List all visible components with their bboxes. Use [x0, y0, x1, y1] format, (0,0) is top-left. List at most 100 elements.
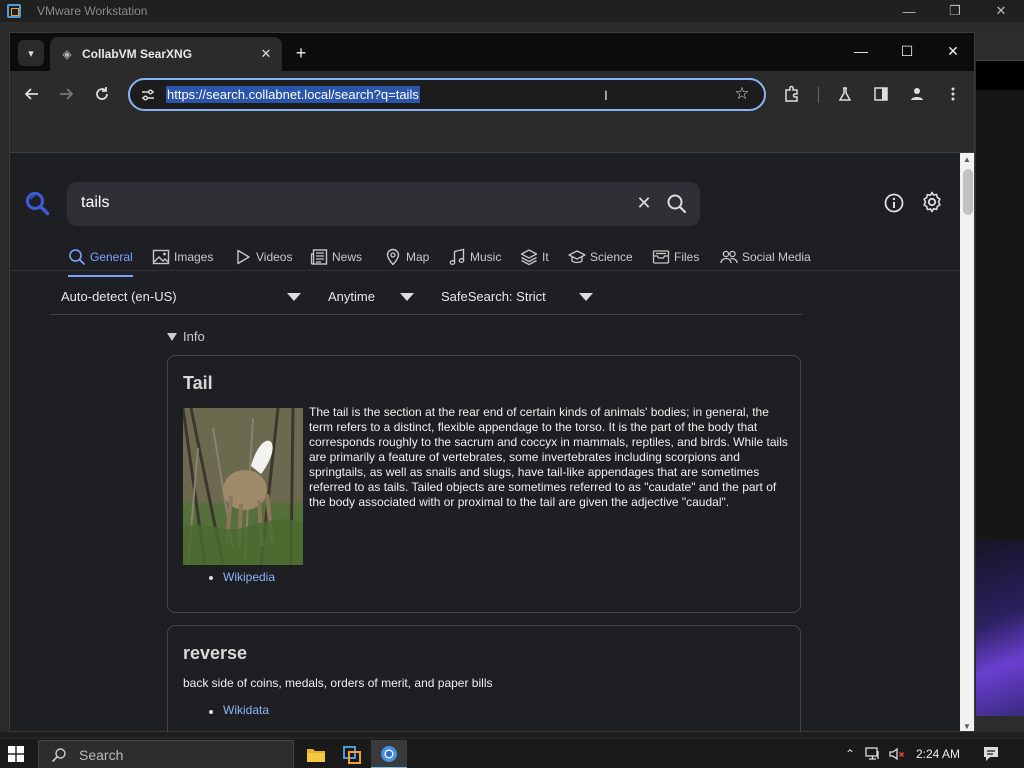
- browser-toolbar: https://search.collabnet.local/search?q=…: [10, 71, 974, 117]
- tab-news-label: News: [332, 250, 363, 264]
- vmware-toolbar-strip: [0, 22, 1024, 32]
- info-toggle[interactable]: Info: [167, 329, 205, 344]
- chevron-down-icon[interactable]: [287, 293, 301, 301]
- tab-close-icon[interactable]: ✕: [256, 44, 276, 64]
- text-cursor-icon: I: [604, 87, 608, 103]
- vmware-icon: [343, 745, 361, 764]
- tab-social-media-label: Social Media: [742, 250, 811, 264]
- clear-search-icon[interactable]: ✕: [633, 192, 655, 214]
- vmware-close-button[interactable]: ✕: [978, 0, 1024, 22]
- search-icon[interactable]: [665, 192, 689, 216]
- extensions-button[interactable]: [781, 83, 803, 105]
- tab-general-label: General: [90, 250, 133, 264]
- kebab-menu-icon: [951, 87, 955, 101]
- chrome-taskbar-button[interactable]: [371, 740, 407, 768]
- tab-files[interactable]: Files: [652, 245, 699, 269]
- search-input[interactable]: tails: [81, 194, 109, 212]
- side-panel-button[interactable]: [870, 83, 892, 105]
- browser-window: ▾ ◈ CollabVM SearXNG ✕ + — ☐ ✕ https://s…: [9, 32, 975, 732]
- site-settings-icon[interactable]: [140, 87, 156, 103]
- searxng-logo-icon[interactable]: [25, 191, 51, 217]
- browser-menu-button[interactable]: [942, 83, 964, 105]
- taskbar-search[interactable]: Search: [38, 740, 294, 768]
- browser-close-button[interactable]: ✕: [930, 33, 974, 69]
- tab-map-label: Map: [406, 250, 430, 264]
- side-panel-icon: [874, 87, 888, 101]
- profile-button[interactable]: [906, 83, 928, 105]
- vmware-left-edge: [0, 32, 9, 732]
- reload-icon: [96, 87, 108, 100]
- language-select[interactable]: Auto-detect (en-US): [61, 289, 177, 304]
- archive-icon: [652, 250, 670, 264]
- back-button[interactable]: [20, 82, 44, 106]
- tab-map[interactable]: Map: [384, 245, 429, 269]
- tab-science-label: Science: [590, 250, 633, 264]
- layers-icon: [520, 249, 538, 266]
- tab-images[interactable]: Images: [152, 245, 213, 269]
- tab-videos-label: Videos: [256, 250, 293, 264]
- chevron-down-icon[interactable]: [579, 293, 593, 301]
- chevron-down-icon[interactable]: [400, 293, 414, 301]
- chrome-icon: [381, 745, 397, 762]
- triangle-down-icon: [167, 332, 177, 341]
- music-note-icon: [449, 248, 465, 265]
- gear-icon[interactable]: [920, 190, 944, 214]
- browser-minimize-button[interactable]: —: [838, 33, 884, 69]
- scroll-up-arrow-icon[interactable]: ▲: [963, 155, 971, 164]
- tab-it[interactable]: It: [520, 245, 549, 269]
- wikidata-link[interactable]: Wikidata: [223, 703, 269, 717]
- file-explorer-button[interactable]: [298, 740, 334, 768]
- tab-news[interactable]: News: [310, 245, 362, 269]
- tab-images-label: Images: [174, 250, 214, 264]
- infobox-title: Tail: [183, 373, 213, 393]
- tab-active[interactable]: ◈ CollabVM SearXNG ✕: [50, 37, 282, 71]
- new-tab-button[interactable]: +: [290, 42, 312, 64]
- windows-start-icon[interactable]: [8, 746, 24, 762]
- infobox2-description: back side of coins, medals, orders of me…: [183, 676, 493, 690]
- tab-music-label: Music: [470, 250, 502, 264]
- tab-science[interactable]: Science: [568, 245, 633, 269]
- toolbar-separator: [818, 87, 819, 103]
- forward-button[interactable]: [54, 82, 78, 106]
- reload-button[interactable]: [90, 82, 114, 106]
- scrollbar-thumb[interactable]: [963, 169, 973, 215]
- graduation-cap-icon: [568, 250, 586, 264]
- tab-music[interactable]: Music: [448, 245, 501, 269]
- vmware-restore-button[interactable]: ❐: [932, 0, 978, 22]
- puzzle-icon: [785, 85, 798, 102]
- bookmarks-bar: [10, 117, 974, 153]
- browser-maximize-button[interactable]: ☐: [884, 33, 930, 69]
- scroll-down-arrow-icon[interactable]: ▼: [963, 722, 971, 731]
- list-bullet: [209, 576, 213, 580]
- tab-general[interactable]: General: [68, 245, 133, 277]
- infobox-image: [183, 408, 303, 565]
- vmware-taskbar-button[interactable]: [334, 740, 370, 768]
- tab-videos[interactable]: Videos: [234, 245, 292, 269]
- vmware-title: VMware Workstation: [37, 4, 148, 18]
- safesearch-select[interactable]: SafeSearch: Strict: [441, 289, 546, 304]
- time-range-select[interactable]: Anytime: [328, 289, 375, 304]
- map-pin-icon: [386, 248, 400, 266]
- list-bullet: [209, 710, 213, 714]
- taskbar-search-placeholder: Search: [79, 746, 124, 763]
- notification-icon[interactable]: [982, 745, 1000, 763]
- arrow-right-icon: [60, 88, 74, 100]
- info-icon[interactable]: [882, 191, 906, 215]
- labs-button[interactable]: [834, 83, 856, 105]
- network-icon[interactable]: [864, 745, 882, 763]
- tab-search-button[interactable]: ▾: [18, 40, 44, 66]
- volume-muted-icon[interactable]: [888, 745, 906, 763]
- page-scrollbar[interactable]: ▲ ▼: [960, 153, 974, 731]
- vmware-minimize-button[interactable]: —: [886, 0, 932, 22]
- address-bar[interactable]: https://search.collabnet.local/search?q=…: [128, 78, 766, 111]
- bookmark-star-icon[interactable]: ☆: [732, 84, 752, 104]
- wikipedia-link[interactable]: Wikipedia: [223, 570, 275, 584]
- tray-overflow-chevron-icon[interactable]: ⌃: [841, 745, 859, 763]
- search-box[interactable]: tails ✕: [67, 182, 700, 226]
- address-url[interactable]: https://search.collabnet.local/search?q=…: [166, 86, 420, 103]
- tab-social-media[interactable]: Social Media: [720, 245, 811, 269]
- taskbar-clock[interactable]: 2:24 AM: [916, 747, 960, 761]
- infobox2-title: reverse: [183, 643, 248, 663]
- play-icon: [237, 249, 250, 265]
- newspaper-icon: [310, 249, 328, 265]
